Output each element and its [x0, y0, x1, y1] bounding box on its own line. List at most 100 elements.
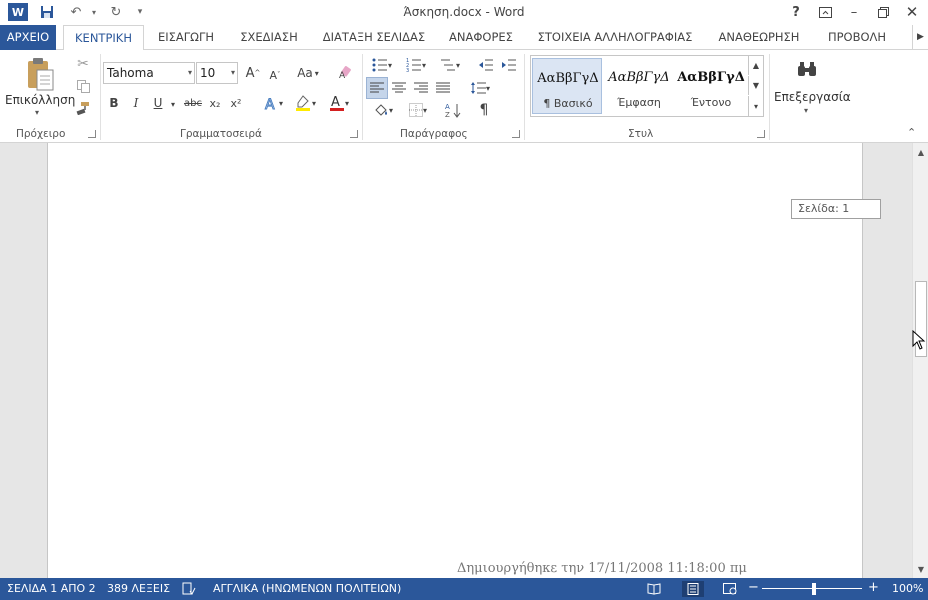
tab-page-layout[interactable]: ΔΙΑΤΑΞΗ ΣΕΛΙΔΑΣ	[318, 25, 430, 50]
align-center-icon[interactable]	[389, 77, 409, 99]
cut-icon[interactable]: ✂	[74, 55, 92, 73]
page-tooltip: Σελίδα: 1	[791, 199, 881, 219]
svg-text:3: 3	[406, 68, 409, 72]
numbering-icon[interactable]: 1 2 3 ▾	[401, 55, 431, 75]
styles-gallery: ΑαΒβΓγΔ ¶ Βασικό ΑαΒβΓγΔ Έμφαση ΑαΒβΓγΔ …	[530, 55, 764, 117]
grow-font-button[interactable]: A ^	[244, 63, 262, 83]
highlight-color-icon[interactable]: ▾	[289, 93, 321, 113]
svg-text:A: A	[331, 95, 340, 110]
editing-button[interactable]: Επεξεργασία	[774, 90, 851, 104]
proofing-icon[interactable]	[181, 581, 197, 597]
zoom-slider-thumb[interactable]	[812, 583, 816, 595]
tabs-scroll-right-icon[interactable]: ▶	[912, 25, 928, 50]
subscript-button[interactable]: x₂	[206, 93, 224, 113]
ribbon-display-options-icon[interactable]	[811, 2, 839, 22]
underline-dropdown-icon[interactable]: ▾	[168, 95, 178, 113]
shading-icon[interactable]: ▾	[367, 99, 399, 121]
group-separator	[524, 54, 525, 140]
zoom-level[interactable]: 100%	[892, 582, 923, 595]
style-strong-name: Έντονο	[690, 96, 732, 109]
font-size-value: 10	[200, 66, 216, 80]
change-case-button[interactable]: Aa ▾	[293, 63, 323, 83]
text-effects-icon[interactable]: A ▾	[258, 93, 288, 113]
status-bar: ΣΕΛΙΔΑ 1 ΑΠΟ 2 389 ΛΕΞΕΙΣ ΑΓΓΛΙΚΑ (ΗΝΩΜΕ…	[0, 578, 928, 600]
styles-scroll-up-icon[interactable]: ▲	[748, 56, 763, 75]
decrease-indent-icon[interactable]	[476, 55, 496, 75]
align-left-icon[interactable]	[366, 77, 388, 99]
svg-text:A: A	[265, 97, 275, 111]
tab-review[interactable]: ΑΝΑΘΕΩΡΗΣΗ	[712, 25, 806, 50]
font-color-icon[interactable]: A ▾	[323, 93, 355, 113]
strikethrough-button[interactable]: abc	[182, 93, 204, 113]
tab-mailings[interactable]: ΣΤΟΙΧΕΙΑ ΑΛΛΗΛΟΓΡΑΦΙΑΣ	[534, 25, 696, 50]
zoom-in-button[interactable]: +	[868, 580, 879, 595]
scroll-down-icon[interactable]: ▼	[913, 561, 928, 577]
tab-home[interactable]: ΚΕΝΤΡΙΚΗ	[63, 25, 144, 51]
sort-icon[interactable]: AZ	[443, 99, 463, 121]
bullets-icon[interactable]: ▾	[367, 55, 397, 75]
paste-icon[interactable]	[20, 54, 60, 94]
collapse-ribbon-icon[interactable]: ⌃	[907, 126, 916, 139]
font-launcher-icon[interactable]	[350, 130, 358, 138]
page-count-status[interactable]: ΣΕΛΙΔΑ 1 ΑΠΟ 2	[7, 582, 96, 595]
tab-references[interactable]: ΑΝΑΦΟΡΕΣ	[444, 25, 518, 50]
tab-insert[interactable]: ΕΙΣΑΓΩΓΗ	[153, 25, 219, 50]
svg-text:Z: Z	[445, 111, 450, 118]
language-status[interactable]: ΑΓΓΛΙΚΑ (ΗΝΩΜΕΝΩΝ ΠΟΛΙΤΕΙΩΝ)	[213, 582, 401, 595]
paste-button[interactable]: Επικόλληση	[5, 93, 75, 107]
shrink-font-button[interactable]: Aˇ	[266, 65, 284, 85]
show-formatting-marks-icon[interactable]: ¶	[474, 99, 494, 121]
paste-dropdown-icon[interactable]: ▾	[35, 108, 39, 117]
styles-launcher-icon[interactable]	[757, 130, 765, 138]
copy-icon[interactable]	[74, 77, 92, 95]
ribbon-tabs: ΑΡΧΕΙΟ ΚΕΝΤΡΙΚΗ ΕΙΣΑΓΩΓΗ ΣΧΕΔΙΑΣΗ ΔΙΑΤΑΞ…	[0, 25, 928, 51]
document-page[interactable]	[47, 143, 863, 578]
style-strong-preview: ΑαΒβΓγΔ	[677, 70, 745, 85]
web-layout-icon[interactable]	[722, 581, 738, 597]
group-separator	[100, 54, 101, 140]
font-size-combo[interactable]: 10 ▾	[196, 62, 238, 84]
read-mode-icon[interactable]	[646, 581, 662, 597]
paragraph-launcher-icon[interactable]	[512, 130, 520, 138]
increase-indent-icon[interactable]	[499, 55, 519, 75]
style-emphasis-name: Έμφαση	[617, 96, 661, 109]
font-group-label: Γραμματοσειρά	[180, 128, 262, 140]
format-painter-icon[interactable]	[74, 99, 92, 117]
vertical-scrollbar[interactable]: ▲ ▼	[912, 143, 928, 578]
svg-text:A: A	[445, 103, 450, 111]
find-binoculars-icon[interactable]	[790, 54, 824, 84]
help-button[interactable]: ?	[782, 2, 810, 22]
style-emphasis[interactable]: ΑαΒβΓγΔ Έμφαση	[604, 58, 674, 114]
tab-view[interactable]: ΠΡΟΒΟΛΗ	[820, 25, 894, 50]
styles-scroll-down-icon[interactable]: ▼	[748, 76, 763, 95]
tab-design[interactable]: ΣΧΕΔΙΑΣΗ	[234, 25, 304, 50]
justify-icon[interactable]	[433, 77, 453, 99]
borders-icon[interactable]: ▾	[402, 99, 434, 121]
close-icon[interactable]: ✕	[898, 2, 926, 22]
multilevel-list-icon[interactable]: ▾	[435, 55, 465, 75]
document-footer-text: Δημιουργήθηκε την 17/11/2008 11:18:00 πμ	[457, 561, 747, 576]
editing-dropdown-icon[interactable]: ▾	[804, 106, 808, 115]
font-name-combo[interactable]: Tahoma ▾	[103, 62, 195, 84]
clipboard-launcher-icon[interactable]	[88, 130, 96, 138]
word-count-status[interactable]: 389 ΛΕΞΕΙΣ	[107, 582, 170, 595]
style-normal[interactable]: ΑαΒβΓγΔ ¶ Βασικό	[532, 58, 602, 114]
superscript-button[interactable]: x²	[227, 93, 245, 113]
tab-file[interactable]: ΑΡΧΕΙΟ	[0, 25, 56, 50]
clear-formatting-icon[interactable]: A	[336, 62, 356, 82]
italic-button[interactable]: I	[127, 93, 145, 113]
print-layout-icon[interactable]	[682, 581, 704, 597]
restore-icon[interactable]	[869, 2, 897, 22]
scroll-up-icon[interactable]: ▲	[913, 144, 928, 160]
bold-button[interactable]: B	[105, 93, 123, 113]
underline-button[interactable]: U	[149, 93, 167, 113]
ribbon: Επικόλληση ▾ ✂ Πρόχειρο Tahoma ▾ 10 ▾ A ^ A…	[0, 50, 928, 143]
line-spacing-icon[interactable]: ▾	[465, 77, 495, 99]
minimize-button[interactable]: –	[840, 2, 868, 22]
align-right-icon[interactable]	[411, 77, 431, 99]
zoom-out-button[interactable]: −	[748, 580, 759, 595]
grow-font-label: A	[245, 65, 255, 81]
style-strong[interactable]: ΑαΒβΓγΔ Έντονο	[676, 58, 746, 114]
styles-more-icon[interactable]: ▾	[748, 96, 763, 116]
paragraph-group-label: Παράγραφος	[400, 128, 468, 140]
